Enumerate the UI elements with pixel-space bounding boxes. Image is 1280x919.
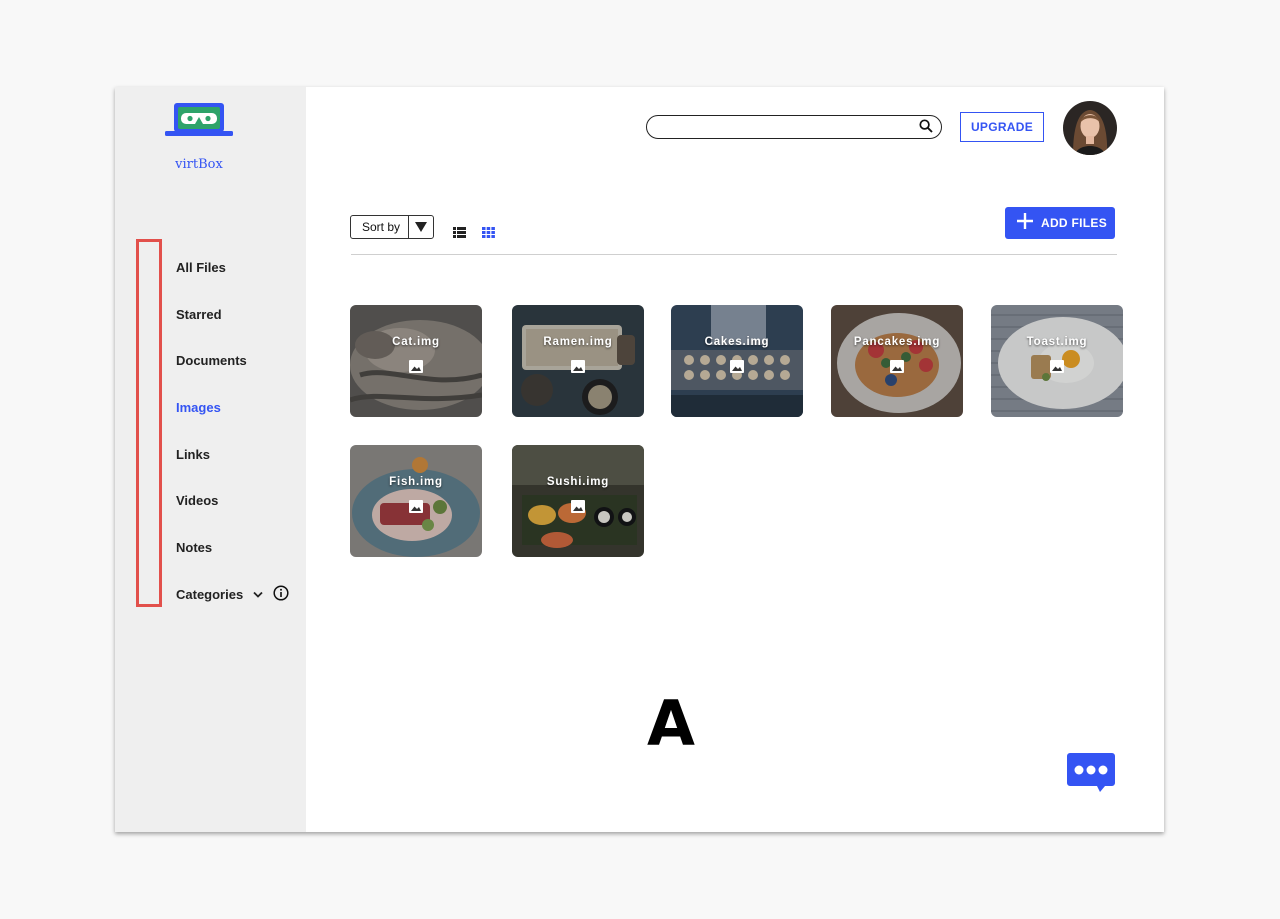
file-name: Cakes.img [704,336,770,348]
chevron-down-icon[interactable] [253,587,263,602]
sidebar-item-images[interactable]: Images [176,400,221,415]
file-name: Toast.img [1026,336,1088,348]
sidebar-item-categories[interactable]: Categories [176,585,289,604]
image-icon [730,360,744,373]
image-icon [409,500,423,513]
file-card[interactable]: Toast.img [991,305,1123,417]
sidebar-item-notes[interactable]: Notes [176,540,212,555]
search-input[interactable] [657,118,911,138]
file-card[interactable]: Fish.img [350,445,482,557]
image-icon [1050,360,1064,373]
annotation-letter: A [647,687,695,760]
file-name: Cat.img [392,336,440,348]
grid-view-icon[interactable] [482,225,495,243]
sort-by-label: Sort by [362,220,401,234]
image-icon [571,500,585,513]
sidebar-item-links[interactable]: Links [176,447,210,462]
logo-laptop-icon [165,103,233,136]
logo[interactable]: virtBox [165,103,233,172]
sidebar: virtBox All Files Starred Documents Imag… [115,87,306,832]
list-view-icon[interactable] [453,225,466,243]
search-icon[interactable] [919,119,933,138]
sidebar-item-documents[interactable]: Documents [176,353,247,368]
add-files-button[interactable]: ADD FILES [1005,207,1115,239]
user-avatar-icon [1063,101,1117,155]
chat-bubble-icon[interactable] [1067,753,1115,798]
file-name: Sushi.img [546,476,610,488]
sidebar-item-label: Categories [176,587,244,602]
nav-highlight-box [136,239,162,607]
sidebar-item-starred[interactable]: Starred [176,307,222,322]
add-files-label: ADD FILES [1041,216,1108,230]
sidebar-item-all-files[interactable]: All Files [176,260,226,275]
file-name: Ramen.img [543,336,613,348]
app-window: virtBox All Files Starred Documents Imag… [115,87,1164,832]
plus-icon [1016,212,1034,235]
image-icon [571,360,585,373]
file-card[interactable]: Cat.img [350,305,482,417]
file-card[interactable]: Cakes.img [671,305,803,417]
dropdown-triangle-icon[interactable] [408,216,433,238]
image-icon [890,360,904,373]
file-card[interactable]: Pancakes.img [831,305,963,417]
image-icon [409,360,423,373]
avatar[interactable] [1063,101,1117,155]
sort-by-dropdown[interactable]: Sort by [350,215,434,239]
file-card[interactable]: Ramen.img [512,305,644,417]
info-icon[interactable] [273,585,289,604]
logo-text: virtBox [175,157,223,172]
upgrade-button[interactable]: UPGRADE [960,112,1044,142]
file-name: Pancakes.img [853,336,941,348]
sidebar-item-videos[interactable]: Videos [176,493,218,508]
file-name: Fish.img [389,476,443,488]
toolbar-divider [351,254,1117,255]
search-bar[interactable] [646,115,942,139]
file-card[interactable]: Sushi.img [512,445,644,557]
